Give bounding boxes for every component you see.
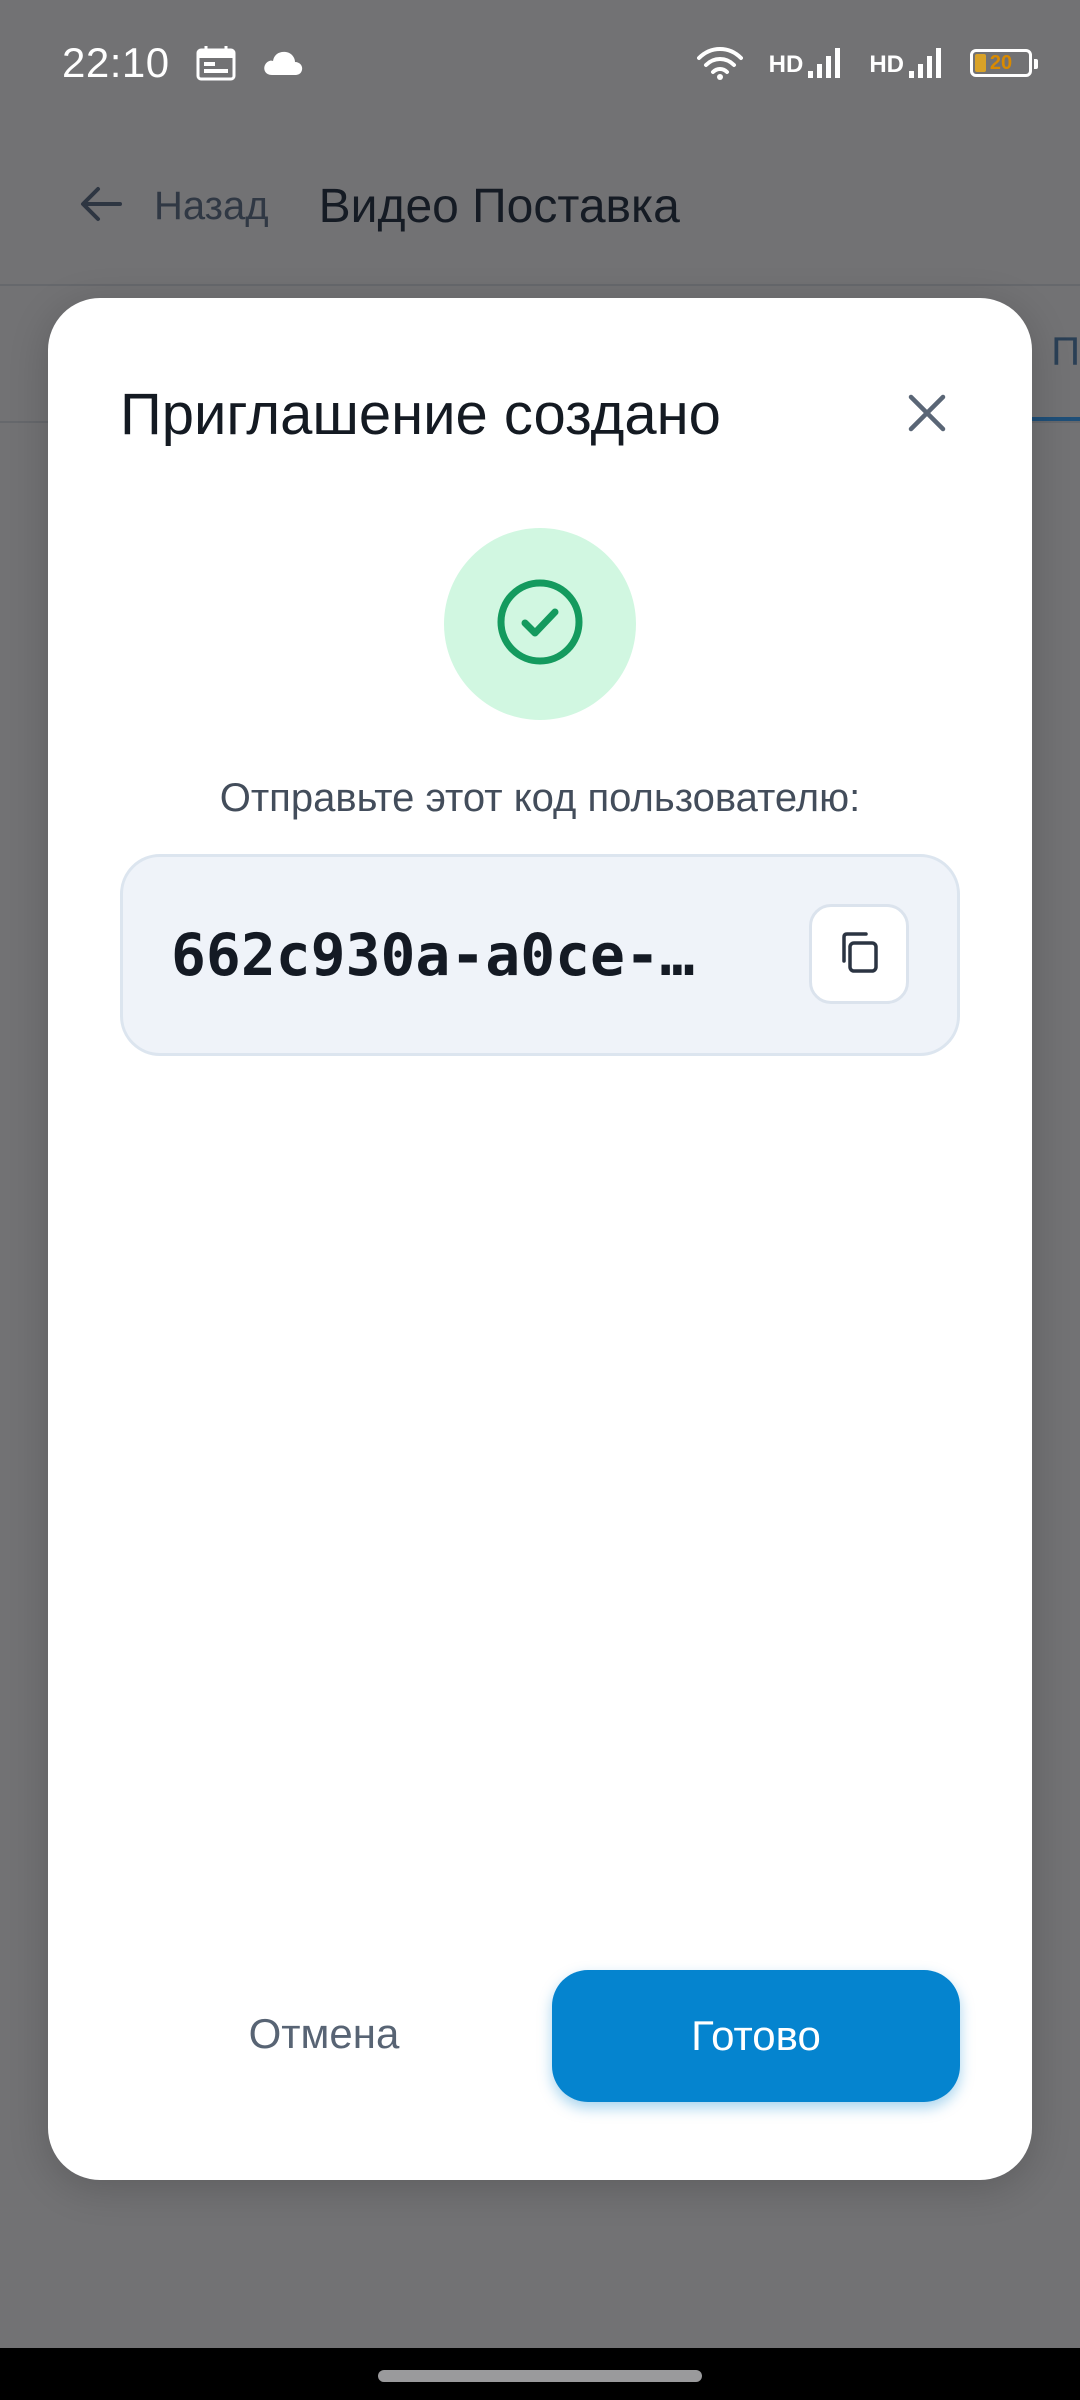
signal-group-1: HD xyxy=(769,47,844,79)
battery-icon: 20 xyxy=(970,49,1038,77)
system-nav-bar xyxy=(0,2348,1080,2400)
instruction-text: Отправьте этот код пользователю: xyxy=(219,776,861,820)
close-button[interactable] xyxy=(894,382,960,448)
cloud-icon xyxy=(262,49,304,77)
arrow-left-icon xyxy=(78,181,124,232)
signal-icon xyxy=(908,47,944,79)
header-divider xyxy=(0,284,1080,286)
done-button[interactable]: Готово xyxy=(552,1970,960,2102)
home-indicator[interactable] xyxy=(378,2370,702,2382)
dialog-title: Приглашение создано xyxy=(120,382,721,447)
status-bar: 22:10 HD HD 20 xyxy=(0,0,1080,126)
screen-title: Видео Поставка xyxy=(318,179,680,233)
status-time: 22:10 xyxy=(62,39,170,86)
invite-code[interactable]: 662c930a-a0ce-… xyxy=(171,857,751,1053)
app-header: Назад Видео Поставка xyxy=(0,126,1080,286)
calendar-icon xyxy=(196,45,236,81)
invite-created-dialog: Приглашение создано Отправьте этот код п… xyxy=(48,298,1032,2180)
cancel-button[interactable]: Отмена xyxy=(120,1970,528,2098)
close-icon xyxy=(906,392,948,439)
check-circle-icon xyxy=(494,576,586,673)
success-badge xyxy=(444,528,636,720)
invite-code-box: 662c930a-a0ce-… xyxy=(120,854,960,1056)
back-button[interactable]: Назад xyxy=(78,181,269,232)
status-right: HD HD 20 xyxy=(696,46,1038,80)
wifi-icon xyxy=(696,46,743,80)
tab-edge-label[interactable]: П xyxy=(1051,330,1080,375)
status-left: 22:10 xyxy=(62,39,304,87)
battery-level: 20 xyxy=(989,51,1013,74)
network-type-label: HD xyxy=(768,51,804,78)
copy-icon xyxy=(835,928,883,981)
battery-fill xyxy=(975,54,987,72)
copy-button[interactable] xyxy=(809,904,909,1004)
signal-icon xyxy=(807,47,843,79)
back-label: Назад xyxy=(154,183,269,228)
signal-group-2: HD xyxy=(869,47,944,79)
network-type-label: HD xyxy=(869,51,904,78)
